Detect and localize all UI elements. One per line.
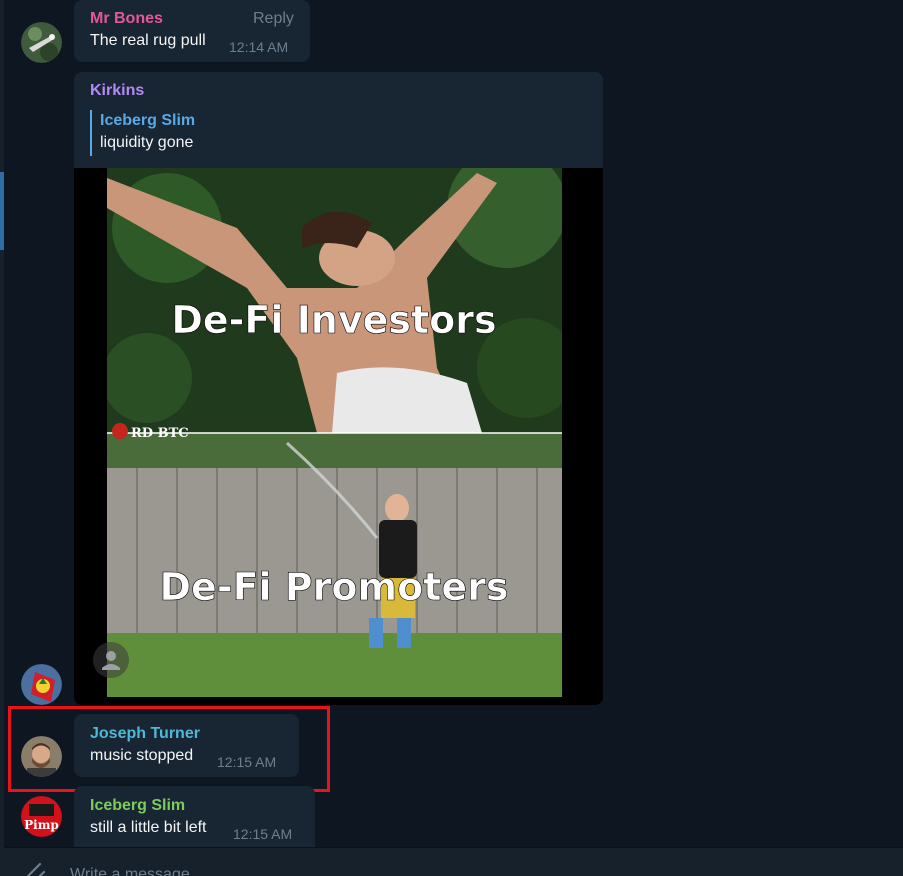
bones-avatar-icon bbox=[21, 22, 62, 63]
meme-image[interactable]: De-Fi Investors De-Fi Promoters RD BTC bbox=[107, 168, 562, 697]
message-composer: Write a message... bbox=[4, 847, 903, 876]
paperclip-icon[interactable] bbox=[20, 858, 48, 876]
avatar[interactable] bbox=[21, 736, 62, 777]
reply-button[interactable]: Reply bbox=[253, 10, 294, 28]
chat-window: Mr Bones Reply The real rug pull 12:14 A… bbox=[0, 0, 903, 876]
message-time: 12:14 AM bbox=[229, 39, 289, 55]
iceberg-avatar-text: Pimp bbox=[24, 818, 59, 832]
user-placeholder-icon bbox=[93, 642, 129, 678]
message-text: The real rug pull bbox=[90, 32, 206, 49]
avatar[interactable]: Pimp bbox=[21, 796, 62, 837]
avatar[interactable] bbox=[21, 664, 62, 705]
quote-sender-name: Iceberg Slim bbox=[100, 112, 196, 129]
message-time: 12:15 AM bbox=[233, 826, 293, 842]
sender-name[interactable]: Kirkins bbox=[90, 82, 144, 100]
watermark-text: RD BTC bbox=[131, 426, 189, 441]
watermark-logo-icon bbox=[112, 423, 128, 439]
avatar[interactable] bbox=[21, 22, 62, 63]
message-bubble[interactable]: Kirkins Iceberg Slim liquidity gone bbox=[74, 72, 603, 172]
iceberg-avatar-icon: Pimp bbox=[21, 796, 62, 837]
message-time: 12:15 AM bbox=[217, 754, 277, 770]
joseph-avatar-icon bbox=[21, 736, 62, 777]
message-bubble[interactable]: Mr Bones Reply The real rug pull 12:14 A… bbox=[74, 0, 310, 62]
message-bubble[interactable]: Joseph Turner music stopped 12:15 AM bbox=[74, 714, 299, 777]
sender-name[interactable]: Iceberg Slim bbox=[90, 797, 185, 815]
active-chat-indicator bbox=[0, 172, 4, 250]
kirkins-avatar-icon bbox=[21, 664, 62, 705]
top-caption: De-Fi Investors bbox=[171, 298, 496, 342]
message-input[interactable]: Write a message... bbox=[70, 866, 203, 876]
message-text: still a little bit left bbox=[90, 819, 207, 836]
photo-attachment[interactable]: De-Fi Investors De-Fi Promoters RD BTC bbox=[74, 168, 603, 705]
quote-text: liquidity gone bbox=[100, 134, 194, 151]
reply-quote[interactable]: Iceberg Slim liquidity gone bbox=[90, 110, 195, 156]
sender-name[interactable]: Mr Bones bbox=[90, 10, 163, 28]
sender-name[interactable]: Joseph Turner bbox=[90, 725, 200, 743]
message-bubble[interactable]: Iceberg Slim still a little bit left 12:… bbox=[74, 786, 315, 849]
bottom-caption: De-Fi Promoters bbox=[160, 565, 509, 609]
chat-list-edge bbox=[0, 0, 4, 876]
message-text: music stopped bbox=[90, 747, 194, 764]
